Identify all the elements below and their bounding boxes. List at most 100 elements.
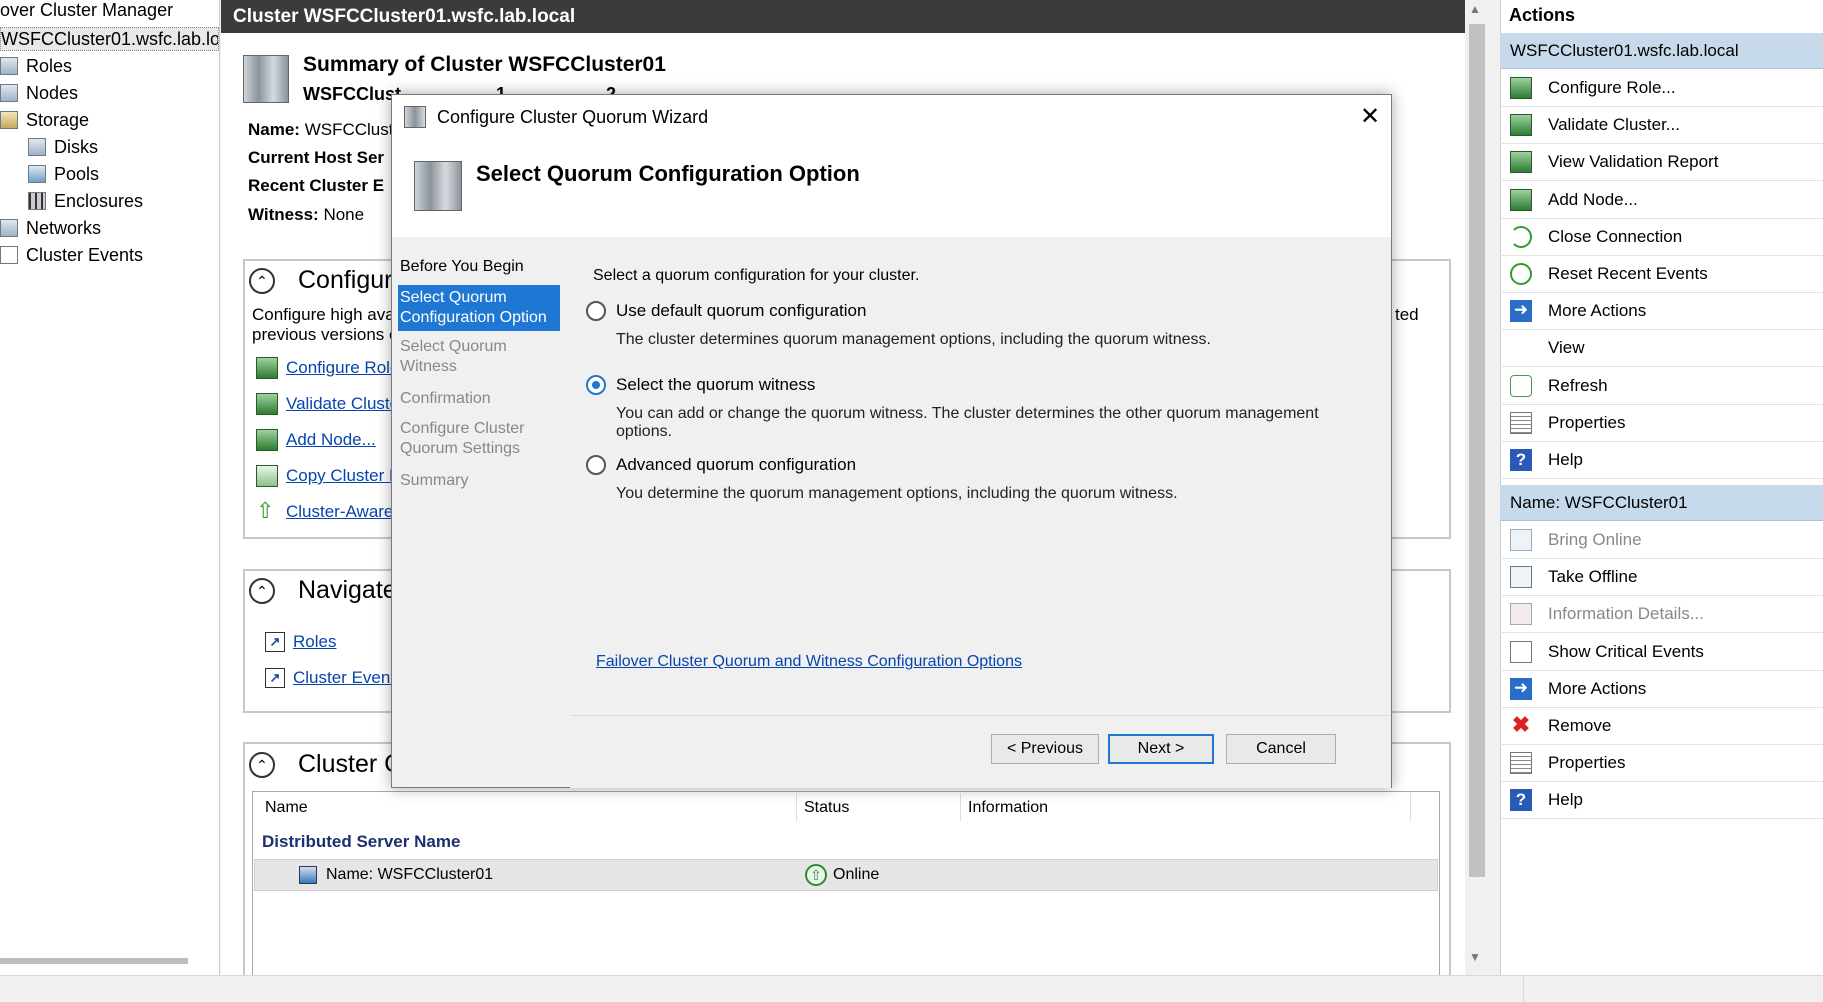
action-group-cluster[interactable]: WSFCCluster01.wsfc.lab.local bbox=[1500, 33, 1823, 69]
action-item[interactable]: View bbox=[1500, 330, 1823, 368]
navigate-cluster-events-link[interactable]: Cluster Events bbox=[293, 668, 404, 688]
tree-item-storage[interactable]: Storage bbox=[0, 107, 89, 133]
previous-button[interactable]: < Previous bbox=[991, 734, 1099, 764]
action-item[interactable]: Properties bbox=[1500, 405, 1823, 442]
status-bar-divider bbox=[1523, 976, 1524, 1002]
action-item-label: Information Details... bbox=[1548, 604, 1704, 624]
action-item: Bring Online bbox=[1500, 522, 1823, 559]
action-item[interactable]: Add Node... bbox=[1500, 182, 1823, 219]
tree-item-nodes[interactable]: Nodes bbox=[0, 80, 78, 106]
radio-default-quorum[interactable] bbox=[586, 301, 606, 321]
action-item[interactable]: ? Help bbox=[1500, 442, 1823, 479]
column-header-information[interactable]: Information bbox=[968, 799, 1048, 817]
option-witness-label[interactable]: Select the quorum witness bbox=[616, 375, 815, 395]
tree-item-cluster-events[interactable]: Cluster Events bbox=[0, 242, 143, 268]
action-item[interactable]: Refresh bbox=[1500, 368, 1823, 405]
scrollbar-thumb[interactable] bbox=[1469, 24, 1485, 877]
navigate-section-title: Navigate bbox=[298, 576, 397, 604]
tree-item-networks[interactable]: Networks bbox=[0, 215, 101, 241]
scroll-down-arrow-icon[interactable]: ▼ bbox=[1469, 950, 1481, 964]
configure-role-icon bbox=[1510, 77, 1532, 99]
action-item[interactable]: Close Connection bbox=[1500, 219, 1823, 256]
navigation-tree: over Cluster Manager WSFCCluster01.wsfc.… bbox=[0, 0, 220, 975]
tree-item-label: Storage bbox=[26, 110, 90, 130]
option-default-label[interactable]: Use default quorum configuration bbox=[616, 301, 866, 321]
collapse-navigate-icon[interactable]: ⌃ bbox=[249, 578, 275, 604]
configure-role-link[interactable]: Configure Role bbox=[286, 358, 399, 378]
validate-cluster-link[interactable]: Validate Cluste bbox=[286, 394, 399, 414]
action-item[interactable]: Properties bbox=[1500, 745, 1823, 783]
name-value: WSFCClust bbox=[304, 120, 394, 139]
collapse-configure-icon[interactable]: ⌃ bbox=[249, 268, 275, 294]
dialog-title-bar: Configure Cluster Quorum Wizard ✕ bbox=[392, 95, 1391, 139]
quorum-help-link[interactable]: Failover Cluster Quorum and Witness Conf… bbox=[596, 653, 1022, 671]
action-item[interactable]: ? Help bbox=[1500, 782, 1823, 820]
tree-item-label: Nodes bbox=[26, 83, 79, 103]
navigate-roles-link[interactable]: Roles bbox=[293, 632, 336, 652]
center-title-bar: Cluster WSFCCluster01.wsfc.lab.local bbox=[221, 0, 1465, 33]
radio-advanced-quorum[interactable] bbox=[586, 455, 606, 475]
action-group-name[interactable]: Name: WSFCCluster01 bbox=[1500, 485, 1823, 521]
row-status-cell: Online bbox=[833, 866, 880, 883]
action-item[interactable]: ➜ More Actions bbox=[1500, 293, 1823, 331]
row-name-cell: Name: WSFCCluster01 bbox=[326, 866, 494, 883]
name-row: Name: WSFCClust bbox=[248, 120, 393, 140]
close-icon[interactable]: ✕ bbox=[1356, 95, 1384, 139]
tree-root-label[interactable]: over Cluster Manager bbox=[0, 0, 173, 21]
step-select-quorum-configuration[interactable]: Select Quorum Configuration Option bbox=[398, 285, 560, 331]
more-actions-icon: ➜ bbox=[1510, 300, 1532, 323]
column-divider bbox=[1410, 793, 1411, 821]
tree-item-enclosures[interactable]: Enclosures bbox=[28, 188, 143, 214]
option-advanced-label[interactable]: Advanced quorum configuration bbox=[616, 455, 856, 475]
action-item[interactable]: Configure Role... bbox=[1500, 70, 1823, 107]
nodes-icon bbox=[0, 84, 18, 102]
tree-item-roles[interactable]: Roles bbox=[0, 53, 72, 79]
action-item-label: Close Connection bbox=[1548, 226, 1683, 246]
option-default-description: The cluster determines quorum management… bbox=[616, 331, 1211, 348]
step-configure-cluster-quorum-settings: Configure Cluster Quorum Settings bbox=[400, 420, 525, 457]
tree-item-pools[interactable]: Pools bbox=[28, 161, 99, 187]
disks-icon bbox=[28, 138, 46, 156]
action-item[interactable]: View Validation Report bbox=[1500, 144, 1823, 182]
remove-icon: ✖ bbox=[1511, 712, 1531, 737]
action-item-label: Properties bbox=[1548, 753, 1626, 773]
step-before-you-begin[interactable]: Before You Begin bbox=[400, 257, 560, 277]
add-node-link[interactable]: Add Node... bbox=[286, 430, 376, 450]
tree-item-disks[interactable]: Disks bbox=[28, 134, 98, 160]
events-icon bbox=[0, 246, 18, 264]
copy-cluster-roles-link[interactable]: Copy Cluster R bbox=[286, 466, 401, 486]
step-summary: Summary bbox=[400, 472, 469, 489]
action-item-label: Configure Role... bbox=[1548, 78, 1676, 97]
step-confirmation: Confirmation bbox=[400, 390, 491, 407]
action-item[interactable]: Take Offline bbox=[1500, 559, 1823, 597]
column-header-name[interactable]: Name bbox=[265, 799, 308, 817]
tree-item-label: Enclosures bbox=[54, 191, 144, 211]
column-header-status[interactable]: Status bbox=[804, 799, 849, 817]
cancel-button[interactable]: Cancel bbox=[1226, 734, 1336, 764]
radio-select-witness[interactable] bbox=[586, 375, 606, 395]
scroll-up-arrow-icon[interactable]: ▲ bbox=[1469, 2, 1481, 16]
action-item[interactable]: Reset Recent Events bbox=[1500, 256, 1823, 293]
option-advanced-description: You determine the quorum management opti… bbox=[616, 485, 1178, 502]
next-button[interactable]: Next > bbox=[1108, 734, 1214, 764]
action-item[interactable]: Validate Cluster... bbox=[1500, 107, 1823, 145]
action-item-label: Show Critical Events bbox=[1548, 641, 1704, 661]
tree-selected-cluster[interactable]: WSFCCluster01.wsfc.lab.loca bbox=[0, 27, 219, 51]
action-item[interactable]: Show Critical Events bbox=[1500, 634, 1823, 671]
tree-item-label: Pools bbox=[54, 164, 100, 184]
validate-cluster-icon bbox=[1510, 114, 1532, 137]
cluster-server-icon bbox=[243, 55, 289, 103]
action-item-label: More Actions bbox=[1548, 678, 1647, 698]
tree-horizontal-scrollbar[interactable] bbox=[0, 958, 188, 964]
quorum-wizard-dialog: Configure Cluster Quorum Wizard ✕ Select… bbox=[391, 94, 1392, 788]
action-item[interactable]: ✖ Remove bbox=[1500, 708, 1823, 745]
dialog-title: Configure Cluster Quorum Wizard bbox=[437, 107, 709, 127]
action-item: Information Details... bbox=[1500, 596, 1823, 634]
collapse-core-resources-icon[interactable]: ⌃ bbox=[249, 752, 275, 778]
wizard-button-bar: < Previous Next > Cancel bbox=[570, 715, 1391, 788]
summary-title: Summary of Cluster WSFCCluster01 bbox=[303, 53, 666, 76]
action-item[interactable]: ➜ More Actions bbox=[1500, 671, 1823, 708]
action-item-label: Help bbox=[1548, 450, 1583, 469]
networks-icon bbox=[0, 219, 18, 237]
actions-header: Actions bbox=[1509, 5, 1576, 25]
